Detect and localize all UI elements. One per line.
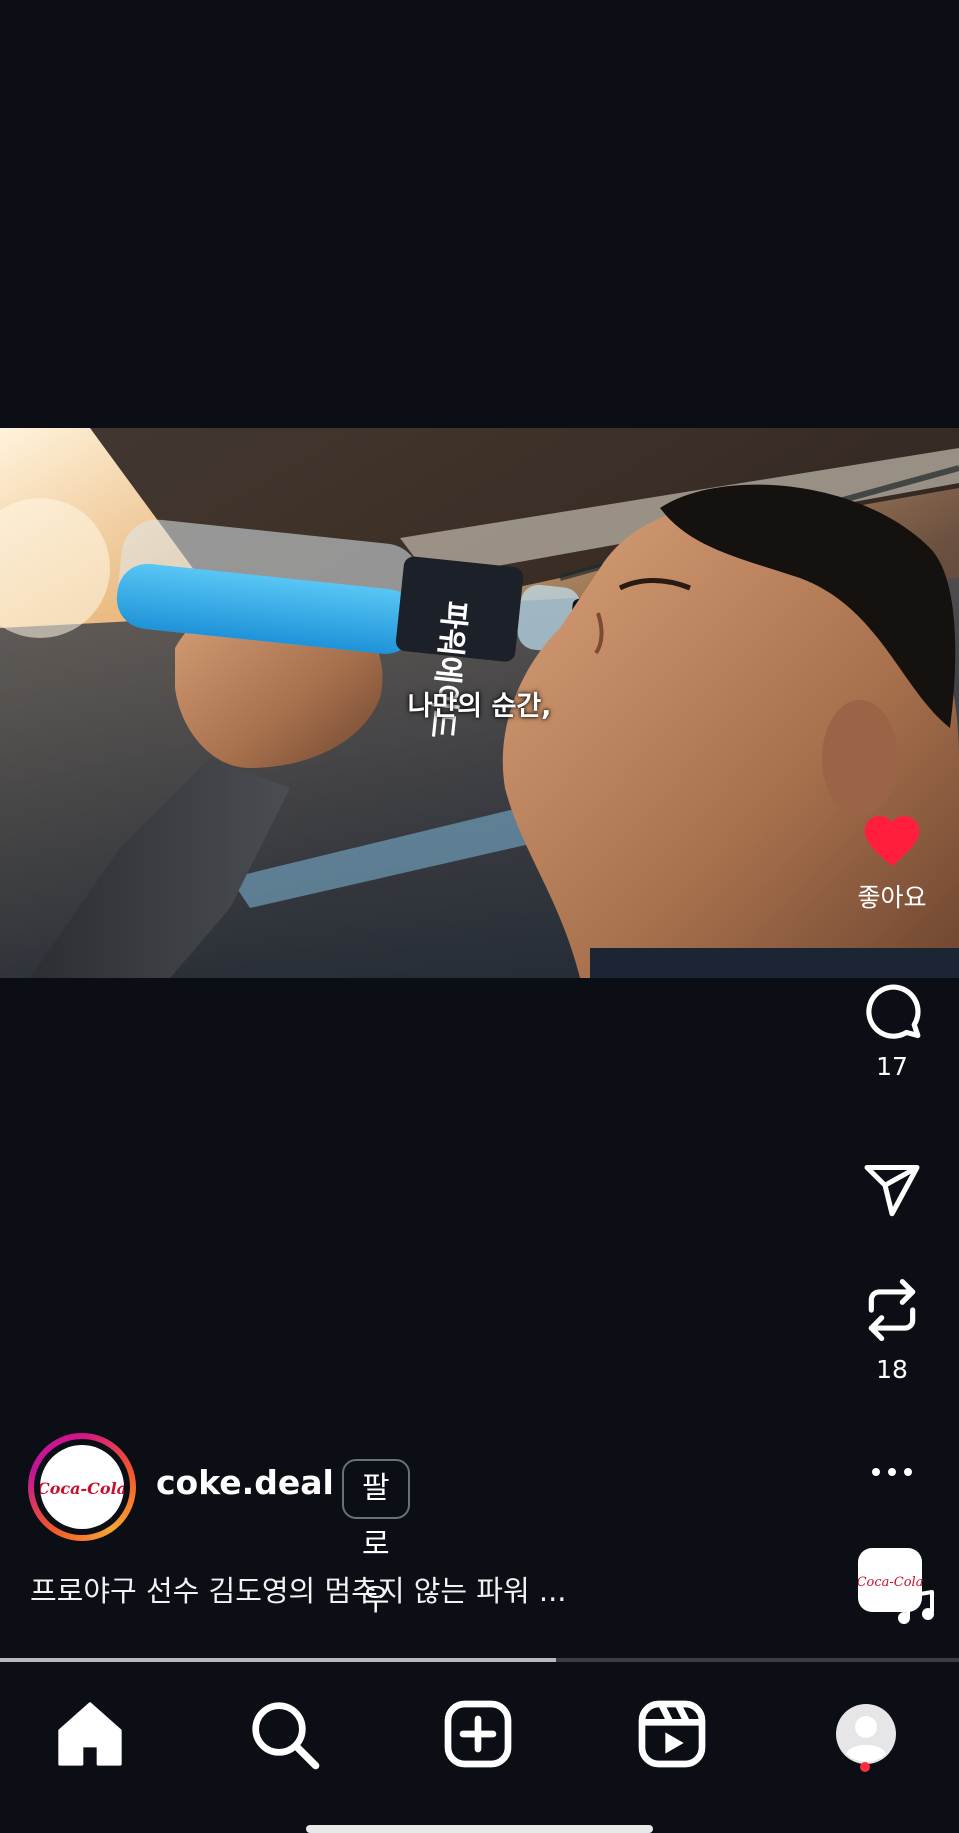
comment-count: 17 bbox=[876, 1052, 908, 1081]
comment-icon bbox=[866, 984, 921, 1039]
home-icon bbox=[58, 1702, 122, 1766]
video-progress-fill bbox=[0, 1658, 557, 1662]
logo-text: Coca-Cola bbox=[40, 1479, 124, 1498]
profile-notification-dot bbox=[860, 1762, 870, 1772]
heart-filled-icon bbox=[864, 816, 920, 867]
logo-svg: Coca-Cola bbox=[37, 1479, 127, 1498]
author-avatar[interactable]: Coca-Cola bbox=[28, 1433, 136, 1541]
author-username[interactable]: coke.deal bbox=[156, 1463, 334, 1502]
repost-icon bbox=[868, 1279, 916, 1341]
audio-logo-text: Coca-Cola bbox=[858, 1575, 923, 1590]
reels-screen: 파워에이드 나만의 순간, 좋아요 17 18 Coca-Cola Coca-C… bbox=[0, 0, 959, 1833]
plus-square-icon bbox=[444, 1700, 512, 1768]
like-label: 좋아요 bbox=[857, 883, 927, 912]
comment-button[interactable]: 17 bbox=[850, 980, 934, 1081]
search-icon bbox=[252, 1702, 320, 1770]
reels-icon bbox=[638, 1700, 706, 1768]
nav-reels[interactable] bbox=[632, 1694, 712, 1774]
follow-button[interactable]: 팔로우 bbox=[342, 1459, 410, 1618]
video-subtitle: 나만의 순간, bbox=[407, 691, 552, 722]
home-indicator bbox=[306, 1825, 653, 1833]
more-dots-icon bbox=[872, 1468, 912, 1476]
video-progress-bar[interactable] bbox=[0, 1658, 959, 1662]
more-options-button[interactable] bbox=[850, 1460, 934, 1484]
coca-cola-logo: Coca-Cola bbox=[37, 1445, 127, 1529]
audio-thumbnail: Coca-Cola bbox=[857, 1548, 934, 1624]
repost-count: 18 bbox=[876, 1355, 908, 1384]
send-icon bbox=[864, 1165, 920, 1217]
share-button[interactable] bbox=[850, 1160, 934, 1220]
bottom-navigation bbox=[0, 1664, 959, 1833]
repost-button[interactable]: 18 bbox=[850, 1275, 934, 1384]
reel-caption[interactable]: 프로야구 선수 김도영의 멈추지 않는 파워 ... bbox=[30, 1568, 567, 1610]
nav-search[interactable] bbox=[244, 1694, 324, 1774]
nav-home[interactable] bbox=[50, 1694, 130, 1774]
nav-create[interactable] bbox=[438, 1694, 518, 1774]
audio-button[interactable]: Coca-Cola bbox=[857, 1548, 936, 1626]
like-button[interactable]: 좋아요 bbox=[850, 808, 934, 914]
